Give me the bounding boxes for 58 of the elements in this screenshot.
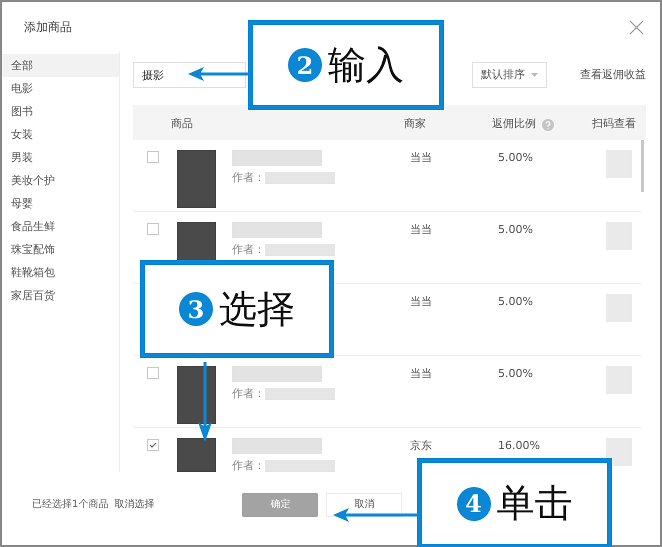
column-header: 商家 — [404, 117, 426, 130]
search-field[interactable]: 摄影 — [133, 62, 246, 88]
blurred-author — [265, 388, 335, 400]
category-item[interactable]: 鞋靴箱包 — [2, 261, 119, 284]
step-number: 3 — [179, 292, 213, 326]
column-header: 扫码查看 — [592, 117, 636, 130]
product-photo-placeholder — [177, 150, 216, 208]
checkbox[interactable] — [147, 223, 159, 235]
qr-code-placeholder — [606, 438, 632, 466]
scrollbar-thumb[interactable] — [641, 140, 644, 192]
selection-count: 已经选择1个商品 — [32, 498, 108, 512]
category-item[interactable]: 图书 — [2, 100, 119, 123]
category-item[interactable]: 珠宝配饰 — [2, 238, 119, 261]
category-item[interactable]: 家居百货 — [2, 284, 119, 307]
callout-label: 输入 — [328, 42, 404, 88]
merchant-name: 京东 — [410, 439, 432, 452]
author-label: 作者： — [232, 458, 265, 472]
arrow-icon — [197, 362, 213, 442]
merchant-name: 当当 — [410, 367, 432, 380]
author-label: 作者： — [232, 170, 265, 186]
checkbox[interactable] — [147, 367, 159, 379]
sort-dropdown[interactable]: 默认排序 — [472, 62, 547, 88]
dialog-title: 添加商品 — [24, 19, 72, 36]
merchant-name: 当当 — [410, 151, 432, 164]
category-item[interactable]: 全部 — [2, 54, 119, 77]
help-icon[interactable] — [542, 118, 554, 130]
checkbox[interactable] — [147, 439, 159, 451]
author-label: 作者： — [232, 386, 265, 402]
checkmark-icon — [149, 442, 157, 448]
commission-rate: 5.00% — [498, 223, 533, 236]
author-label: 作者： — [232, 242, 265, 258]
caret-icon — [531, 73, 538, 77]
close-icon[interactable] — [629, 20, 644, 34]
category-item[interactable]: 女装 — [2, 123, 119, 146]
step-number: 4 — [456, 486, 490, 520]
callout-label: 单击 — [496, 480, 572, 527]
blurred-author — [265, 172, 335, 184]
category-item[interactable]: 男装 — [2, 146, 119, 169]
merchant-name: 当当 — [410, 295, 432, 308]
commission-rate: 5.00% — [498, 295, 533, 308]
category-item[interactable]: 电影 — [2, 77, 119, 100]
commission-rate: 5.00% — [498, 367, 533, 380]
product-photo-placeholder — [177, 366, 216, 424]
earnings-link[interactable]: 查看返佣收益 — [580, 66, 646, 84]
category-item[interactable]: 食品生鲜 — [2, 215, 119, 238]
step-number: 2 — [288, 48, 322, 82]
callout-label: 选择 — [219, 286, 295, 332]
clear-selection-link[interactable]: 取消选择 — [114, 497, 154, 512]
blurred-author — [265, 460, 335, 472]
blurred-author — [265, 244, 335, 256]
commission-rate: 5.00% — [498, 151, 533, 164]
column-header: 返佣比例 — [492, 116, 536, 132]
column-header: 商品 — [171, 117, 193, 130]
category-item[interactable]: 美妆个护 — [2, 169, 119, 192]
checkbox[interactable] — [147, 151, 159, 163]
merchant-name: 当当 — [410, 223, 432, 236]
commission-rate: 16.00% — [498, 439, 540, 452]
category-item[interactable]: 母婴 — [2, 192, 119, 215]
